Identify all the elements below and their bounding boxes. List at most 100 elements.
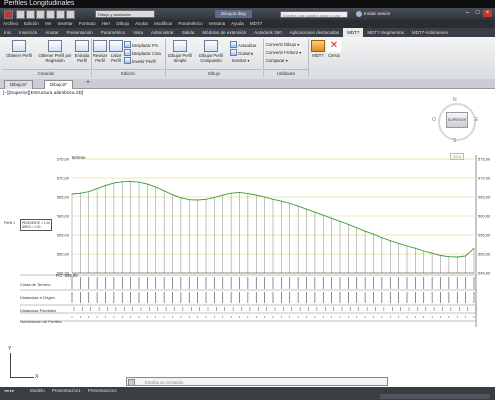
draw-simple-icon bbox=[173, 40, 187, 52]
menu-item[interactable]: Formato bbox=[76, 20, 99, 28]
tab-mdt7-volumenes[interactable]: MDT7-Volúmenes bbox=[408, 28, 452, 37]
new-file-icon[interactable] bbox=[16, 10, 25, 19]
actualizar-button[interactable]: Actualizar bbox=[230, 41, 256, 48]
comparar-dropdown[interactable]: Comparar ▾ bbox=[266, 57, 288, 64]
tab-mdt7[interactable]: MDT7 bbox=[343, 28, 364, 37]
drawing-canvas[interactable]: [−][Superior][Estructura alámbrica 2D] S… bbox=[0, 89, 495, 387]
dibujar-simple-button[interactable]: Dibujar Perfil Simple bbox=[166, 40, 194, 63]
terrain-point bbox=[155, 186, 157, 188]
layout-tab-modelo[interactable]: Modelo bbox=[30, 388, 45, 394]
group-edicion: Edición bbox=[92, 69, 164, 78]
terrain-point bbox=[339, 220, 341, 222]
tab-anotar[interactable]: Anotar bbox=[41, 28, 62, 37]
layout-tab-presentacion1[interactable]: Presentación1 bbox=[52, 388, 81, 394]
status-toggle-strip[interactable] bbox=[380, 394, 490, 399]
menu-item[interactable]: Edición bbox=[21, 20, 42, 28]
ucs-x-label: X bbox=[35, 374, 39, 380]
tab-administrar[interactable]: Administrar bbox=[147, 28, 178, 37]
app-logo-icon[interactable] bbox=[4, 10, 13, 19]
tab-autodesk-360[interactable]: Autodesk 360 bbox=[250, 28, 286, 37]
insertar-dropdown[interactable]: Insertar ▾ bbox=[232, 57, 249, 64]
revisar-perfil-label: Revisar Perfil bbox=[92, 53, 108, 63]
signin-link[interactable]: Iniciar sesión bbox=[364, 10, 390, 18]
command-close-icon[interactable] bbox=[128, 379, 135, 386]
workspace-select[interactable]: Dibujo y anotación bbox=[95, 10, 155, 18]
undo-icon[interactable] bbox=[56, 10, 65, 19]
terrain-point bbox=[130, 180, 132, 182]
menu-item[interactable]: Acotar bbox=[132, 20, 151, 28]
doc-tab-dibujo2[interactable]: Dibujo2* bbox=[44, 80, 74, 89]
menu-item[interactable]: Ayuda bbox=[228, 20, 247, 28]
cerrar-button[interactable]: ✕ Cerrar bbox=[326, 40, 342, 58]
listar-perfil-button[interactable]: Listar Perfil bbox=[108, 40, 124, 63]
tab-mdt7-segmentos[interactable]: MDT7-Segmentos bbox=[363, 28, 408, 37]
menu-item[interactable]: Ventana bbox=[206, 20, 229, 28]
list-icon bbox=[109, 40, 123, 52]
new-tab-icon[interactable]: + bbox=[84, 80, 92, 87]
convertir-dibujo-dropdown[interactable]: Convertir Dibujo ▾ bbox=[266, 41, 299, 48]
convertir-fichero-dropdown[interactable]: Convertir Fichero ▾ bbox=[266, 49, 301, 56]
menu-item[interactable]: MDT7 bbox=[247, 20, 265, 28]
entrada-perfil-button[interactable]: Entrada Perfil bbox=[74, 40, 90, 63]
comparar-label: Comparar bbox=[266, 58, 285, 63]
revisar-perfil-button[interactable]: Revisar Perfil bbox=[92, 40, 108, 63]
help-search-input[interactable]: Escriba una palabra clave o una frase bbox=[280, 11, 348, 25]
terrain-point bbox=[188, 199, 190, 201]
menu-item[interactable]: Dibujo bbox=[113, 20, 132, 28]
terrain-point bbox=[440, 255, 441, 257]
tab-insercion[interactable]: Inserción bbox=[15, 28, 41, 37]
terrain-point bbox=[222, 194, 224, 196]
print-icon[interactable] bbox=[46, 10, 55, 19]
menu-item[interactable]: Insertar bbox=[55, 20, 76, 28]
invertir-perfil-button[interactable]: Invertir Perfil bbox=[124, 57, 156, 64]
mdt7-button[interactable]: MDT7 bbox=[310, 40, 326, 58]
dibujar-compuesto-button[interactable]: Dibujar Perfil Compuesto bbox=[194, 40, 228, 63]
desplazar-pk-label: Desplazar P.K. bbox=[132, 43, 160, 48]
window-caption: Perfiles Longitudinales bbox=[0, 0, 495, 8]
invert-icon bbox=[124, 57, 131, 64]
y-tick-label-left: 560,00 bbox=[57, 214, 70, 219]
terrain-point bbox=[163, 190, 165, 192]
refresh-icon bbox=[230, 41, 237, 48]
terrain-point bbox=[88, 191, 90, 193]
tab-vista[interactable]: Vista bbox=[129, 28, 147, 37]
close-icon[interactable]: × bbox=[483, 10, 492, 17]
menu-item[interactable]: Ver bbox=[42, 20, 55, 28]
obtener-perfil-button[interactable]: Obtener Perfil bbox=[4, 40, 34, 58]
layout-tab-presentacion2[interactable]: Presentación2 bbox=[88, 388, 117, 394]
terrain-point bbox=[197, 199, 199, 201]
terrain-point bbox=[280, 200, 282, 202]
regression-icon bbox=[48, 40, 62, 52]
tab-inicio[interactable]: Inic bbox=[0, 28, 15, 37]
menu-item[interactable]: Paramétrico bbox=[175, 20, 205, 28]
desplazar-cota-button[interactable]: Desplazar Cota bbox=[124, 49, 161, 56]
tab-presentacion[interactable]: Presentación bbox=[63, 28, 97, 37]
terrain-point bbox=[389, 240, 391, 242]
maximize-icon[interactable]: □ bbox=[473, 10, 482, 17]
y-tick-label-right: 570,00 bbox=[478, 176, 491, 181]
menu-item[interactable]: Herr bbox=[99, 20, 114, 28]
terrain-point bbox=[431, 252, 433, 254]
menu-item[interactable]: Archivo bbox=[0, 20, 21, 28]
menu-item[interactable]: Modificar bbox=[151, 20, 175, 28]
nav-arrows-icon[interactable]: ◂◂ ▸▸ bbox=[4, 388, 14, 394]
redo-icon[interactable] bbox=[66, 10, 75, 19]
guitarra-button[interactable]: Guitarra bbox=[230, 49, 253, 56]
chevron-down-icon: ▾ bbox=[285, 58, 288, 63]
terrain-point bbox=[364, 230, 366, 232]
minimize-icon[interactable]: – bbox=[463, 10, 472, 17]
tab-salida[interactable]: Salida bbox=[178, 28, 199, 37]
command-line-input[interactable]: Escriba un comando bbox=[126, 377, 388, 386]
save-icon[interactable] bbox=[36, 10, 45, 19]
doc-tab-dibujo1[interactable]: Dibujo1* bbox=[4, 80, 34, 89]
obtener-regresion-button[interactable]: Obtener Perfil por Regresión bbox=[38, 40, 72, 63]
tab-aplicaciones[interactable]: Aplicaciones destacadas bbox=[286, 28, 344, 37]
open-file-icon[interactable] bbox=[26, 10, 35, 19]
user-icon[interactable] bbox=[356, 11, 362, 17]
desplazar-pk-button[interactable]: Desplazar P.K. bbox=[124, 41, 159, 48]
y-tick-label-right: 565,00 bbox=[478, 195, 491, 200]
tab-parametrico[interactable]: Paramétrico bbox=[97, 28, 129, 37]
convertir-dibujo-label: Convertir Dibujo bbox=[266, 42, 297, 47]
tab-modulos[interactable]: Módulos de extensión bbox=[198, 28, 250, 37]
terrain-point bbox=[272, 198, 274, 200]
